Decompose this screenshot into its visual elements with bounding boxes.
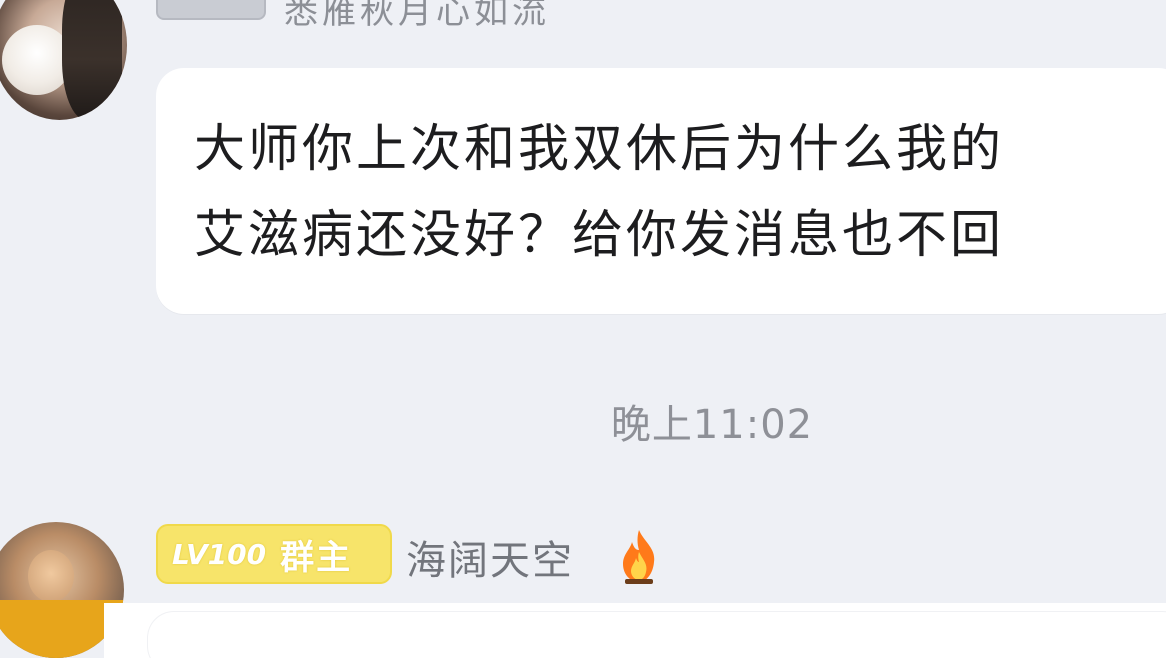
role-label: 群主: [280, 537, 353, 578]
message-text-line-2: 艾滋病还没好？给你发消息也不回: [194, 206, 1005, 265]
message-bubble[interactable]: 大师你上次和我双休后为什么我的 艾滋病还没好？给你发消息也不回: [156, 68, 1166, 314]
hair-image: [62, 0, 122, 120]
sender-name: 海阔天空: [406, 538, 574, 584]
level-badge: [156, 0, 266, 20]
fire-icon: [623, 530, 655, 584]
message-text-line-1: 大师你上次和我双休后为什么我的: [194, 120, 1005, 179]
sender-name: 悉雁秋月心如流: [284, 0, 550, 32]
face-image: [28, 550, 74, 602]
group-owner-badge: LV100 群主: [156, 524, 392, 584]
level-label: LV100: [172, 537, 267, 571]
message-bubble-bottom[interactable]: [148, 612, 1166, 658]
message-timestamp: 晚上11:02: [610, 402, 814, 448]
user-avatar[interactable]: [0, 0, 127, 120]
chat-view: 悉雁秋月心如流 大师你上次和我双休后为什么我的 艾滋病还没好？给你发消息也不回 …: [0, 0, 1166, 658]
